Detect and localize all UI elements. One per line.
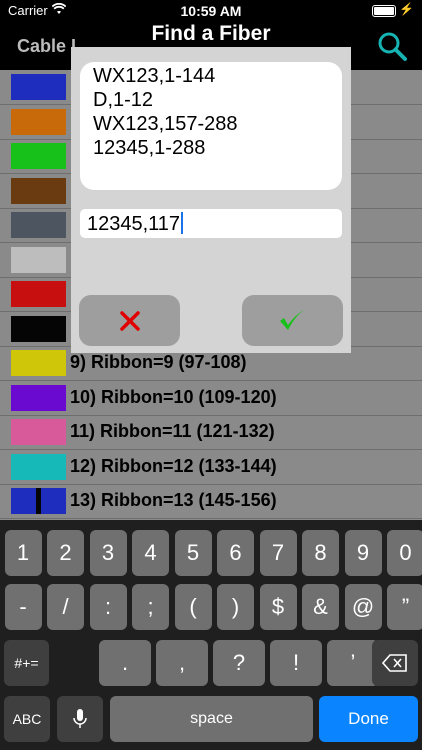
key-punctuation[interactable]: ,	[156, 640, 208, 686]
color-swatch	[11, 384, 66, 411]
list-item-label: 10) Ribbon=10 (109-120)	[70, 386, 277, 407]
list-item-label: 9) Ribbon=9 (97-108)	[70, 352, 247, 372]
key-6[interactable]: 6	[217, 530, 254, 576]
key-punctuation[interactable]: !	[270, 640, 322, 686]
color-swatch	[11, 143, 66, 169]
color-swatch	[11, 177, 66, 204]
cancel-button[interactable]	[79, 295, 180, 346]
fiber-search-value: 12345,117	[87, 213, 181, 235]
key-8[interactable]: 8	[302, 530, 339, 576]
history-text-area[interactable]: WX123,1-144 D,1-12 WX123,157-288 12345,1-28…	[80, 62, 342, 190]
charging-icon: ⚡	[399, 2, 414, 16]
key-5[interactable]: 5	[174, 530, 212, 576]
color-swatch	[11, 350, 66, 376]
key-4[interactable]: 4	[132, 530, 169, 576]
mic-icon	[73, 709, 87, 728]
abc-key[interactable]: ABC	[4, 696, 50, 742]
key-symbol[interactable]: (	[174, 584, 212, 630]
status-time: 10:59 AM	[180, 3, 242, 19]
key-3[interactable]: 3	[89, 530, 127, 576]
confirm-button[interactable]	[242, 295, 343, 346]
page-title: Find a Fiber	[151, 22, 271, 45]
key-symbol[interactable]: &	[302, 584, 339, 630]
list-item[interactable]: 11) Ribbon=11 (121-132)	[0, 415, 422, 450]
tracer-stripe	[36, 488, 41, 514]
history-line: D,1-12	[93, 89, 154, 111]
list-item-label: 12) Ribbon=12 (133-144)	[70, 455, 277, 476]
color-swatch	[11, 488, 66, 514]
backspace-icon	[381, 654, 407, 672]
history-line: WX123,1-144	[93, 65, 216, 87]
key-7[interactable]: 7	[259, 530, 297, 576]
key-symbol[interactable]: :	[89, 584, 127, 630]
symbols-toggle-key[interactable]: #+=	[4, 640, 49, 686]
key-9[interactable]: 9	[344, 530, 382, 576]
list-item[interactable]: 10) Ribbon=10 (109-120)	[0, 381, 422, 416]
x-icon	[120, 311, 140, 331]
key-symbol[interactable]: ”	[387, 584, 422, 630]
list-item-label: 11) Ribbon=11 (121-132)	[70, 421, 275, 441]
status-bar: Carrier 10:59 AM ⚡	[0, 0, 422, 22]
list-item[interactable]: 13) Ribbon=13 (145-156)	[0, 484, 422, 519]
history-line: WX123,157-288	[93, 113, 238, 135]
color-swatch	[11, 74, 66, 100]
find-fiber-dialog: WX123,1-144 D,1-12 WX123,157-288 12345,1-28…	[71, 47, 351, 353]
done-key[interactable]: Done	[319, 696, 418, 742]
color-swatch	[11, 246, 66, 273]
list-item-label: 13) Ribbon=13 (145-156)	[70, 490, 277, 510]
color-swatch	[11, 315, 66, 342]
key-punctuation[interactable]: ?	[213, 640, 265, 686]
backspace-key[interactable]	[372, 640, 418, 686]
keyboard: 1 2 3 4 5 6 7 8 9 0- /:;() $ & @” #+=.,?!’ ABC space Done	[0, 520, 422, 750]
key-2[interactable]: 2	[47, 530, 84, 576]
color-swatch	[11, 419, 66, 445]
text-caret	[181, 212, 184, 234]
key-symbol[interactable]: -	[4, 584, 42, 630]
key-symbol[interactable]: ;	[132, 584, 169, 630]
color-swatch	[11, 108, 66, 135]
key-symbol[interactable]: @	[344, 584, 382, 630]
color-swatch	[11, 281, 66, 307]
color-swatch	[11, 453, 66, 480]
space-key[interactable]: space	[110, 696, 313, 742]
fiber-search-input[interactable]: 12345,117	[80, 209, 342, 238]
battery-icon	[372, 5, 396, 17]
color-swatch	[11, 212, 66, 238]
check-icon	[280, 308, 306, 330]
key-1[interactable]: 1	[4, 530, 42, 576]
history-line: 12345,1-288	[93, 137, 206, 159]
dictation-key[interactable]	[57, 696, 103, 742]
key-punctuation[interactable]: .	[99, 640, 151, 686]
search-icon[interactable]	[376, 30, 408, 62]
list-item[interactable]: 12) Ribbon=12 (133-144)	[0, 450, 422, 485]
key-symbol[interactable]: /	[47, 584, 84, 630]
key-0[interactable]: 0	[387, 530, 422, 576]
key-symbol[interactable]: )	[217, 584, 254, 630]
key-symbol[interactable]: $	[259, 584, 297, 630]
